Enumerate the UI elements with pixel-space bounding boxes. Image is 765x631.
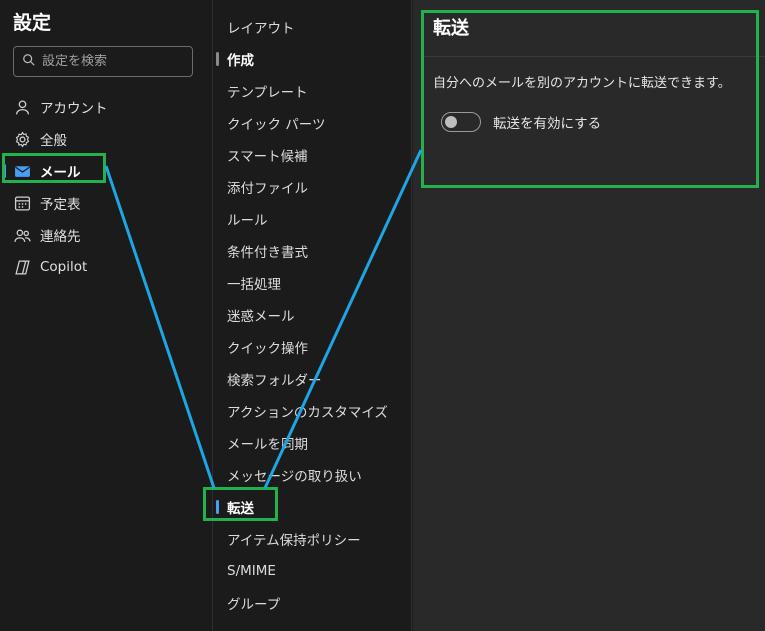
mail-setting-retention-policies[interactable]: アイテム保持ポリシー: [213, 526, 411, 552]
nav-item-mail[interactable]: メール: [0, 156, 212, 186]
nav-item-label: 連絡先: [40, 229, 81, 245]
nav-item-label: 予定表: [40, 197, 81, 213]
nav-item-copilot[interactable]: Copilot: [0, 252, 212, 282]
person-icon: [13, 98, 31, 116]
mail-setting-compose[interactable]: 作成: [213, 46, 411, 72]
mail-setting-quick-parts[interactable]: クイック パーツ: [213, 110, 411, 136]
mail-setting-sweep[interactable]: 一括処理: [213, 270, 411, 296]
forwarding-toggle-row: 転送を有効にする: [441, 112, 601, 132]
nav-item-label: アカウント: [40, 101, 108, 117]
nav-item-label: Copilot: [40, 259, 88, 275]
settings-nav-pane: 設定 アカウント 全般 メール 予定表 連絡先: [0, 0, 212, 631]
mail-setting-sync-email[interactable]: メールを同期: [213, 430, 411, 456]
settings-title: 設定: [13, 12, 52, 34]
search-icon: [22, 52, 36, 71]
mail-setting-forwarding[interactable]: 転送: [213, 494, 411, 520]
toggle-knob: [445, 116, 457, 128]
forwarding-description: 自分へのメールを別のアカウントに転送できます。: [433, 76, 731, 91]
nav-item-account[interactable]: アカウント: [0, 92, 212, 122]
mail-setting-junk-email[interactable]: 迷惑メール: [213, 302, 411, 328]
mail-setting-layout[interactable]: レイアウト: [213, 14, 411, 40]
mail-setting-smime[interactable]: S/MIME: [213, 558, 411, 584]
settings-search-input[interactable]: [42, 54, 192, 69]
mail-setting-message-handling[interactable]: メッセージの取り扱い: [213, 462, 411, 488]
calendar-icon: [13, 194, 31, 212]
mail-setting-templates[interactable]: テンプレート: [213, 78, 411, 104]
mail-setting-conditional-formatting[interactable]: 条件付き書式: [213, 238, 411, 264]
forwarding-panel: 転送 自分へのメールを別のアカウントに転送できます。 転送を有効にする: [413, 0, 765, 631]
mail-setting-quick-actions[interactable]: クイック操作: [213, 334, 411, 360]
copilot-icon: [13, 258, 31, 276]
mail-icon: [13, 162, 31, 180]
forwarding-title: 転送: [433, 18, 469, 39]
nav-item-contacts[interactable]: 連絡先: [0, 220, 212, 250]
panel-divider: [421, 56, 765, 57]
gear-icon: [13, 130, 31, 148]
people-icon: [13, 226, 31, 244]
nav-item-general[interactable]: 全般: [0, 124, 212, 154]
mail-setting-smart-suggestions[interactable]: スマート候補: [213, 142, 411, 168]
mail-setting-rules[interactable]: ルール: [213, 206, 411, 232]
mail-settings-list: レイアウト 作成 テンプレート クイック パーツ スマート候補 添付ファイル ル…: [212, 0, 412, 631]
enable-forwarding-label: 転送を有効にする: [493, 116, 602, 132]
mail-setting-attachments[interactable]: 添付ファイル: [213, 174, 411, 200]
nav-item-label: 全般: [40, 133, 67, 149]
mail-setting-customize-actions[interactable]: アクションのカスタマイズ: [213, 398, 411, 424]
nav-item-label: メール: [40, 165, 81, 181]
enable-forwarding-toggle[interactable]: [441, 112, 481, 132]
mail-setting-groups[interactable]: グループ: [213, 590, 411, 616]
mail-setting-search-folders[interactable]: 検索フォルダー: [213, 366, 411, 392]
nav-item-calendar[interactable]: 予定表: [0, 188, 212, 218]
settings-search-box[interactable]: [13, 46, 193, 77]
